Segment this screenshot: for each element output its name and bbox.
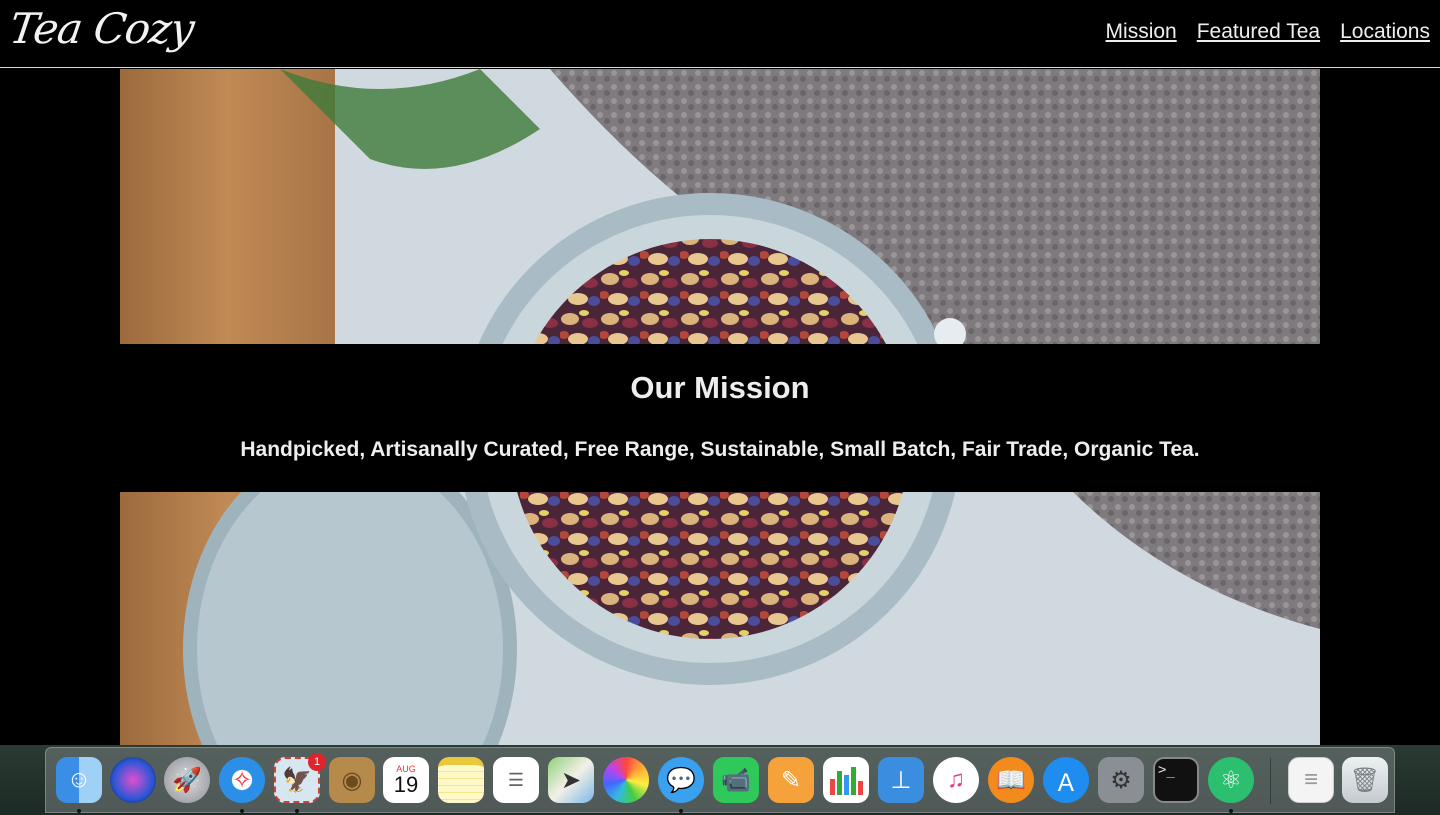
- safari-icon[interactable]: ✧: [219, 757, 265, 803]
- mission-subtitle: Handpicked, Artisanally Curated, Free Ra…: [240, 438, 1200, 461]
- running-indicator: [1229, 809, 1233, 813]
- trash-icon[interactable]: 🗑: [1342, 757, 1388, 803]
- calendar-day: 19: [393, 771, 419, 797]
- site-logo[interactable]: Tea Cozy: [7, 4, 197, 53]
- dock: ☺ 🚀 ✧ 🦅 1 ◉ AUG 19 ☰ ➤ 💬 📹 ✎ ⊥ ♫ 📖 Ａ ⚙ >_…: [45, 747, 1395, 813]
- tea-jar-photo: [120, 69, 1320, 344]
- contacts-icon[interactable]: ◉: [329, 757, 375, 803]
- siri-icon[interactable]: [110, 757, 156, 803]
- itunes-icon[interactable]: ♫: [933, 757, 979, 803]
- app-store-icon[interactable]: Ａ: [1043, 757, 1089, 803]
- running-indicator: [77, 809, 81, 813]
- terminal-icon[interactable]: >_: [1153, 757, 1199, 803]
- facetime-icon[interactable]: 📹: [713, 757, 759, 803]
- pages-icon[interactable]: ✎: [768, 757, 814, 803]
- main-nav: Mission Featured Tea Locations: [1106, 20, 1430, 44]
- photos-icon[interactable]: [603, 757, 649, 803]
- nav-link-featured-tea[interactable]: Featured Tea: [1197, 20, 1320, 44]
- nav-link-locations[interactable]: Locations: [1340, 20, 1430, 44]
- system-preferences-icon[interactable]: ⚙: [1098, 757, 1144, 803]
- site-header: Tea Cozy Mission Featured Tea Locations: [0, 0, 1440, 68]
- running-indicator: [240, 809, 244, 813]
- calendar-icon[interactable]: AUG 19: [383, 757, 429, 803]
- hero-image-top: [120, 69, 1320, 344]
- mission-title: Our Mission: [630, 370, 810, 405]
- maps-icon[interactable]: ➤: [548, 757, 594, 803]
- reminders-icon[interactable]: ☰: [493, 757, 539, 803]
- running-indicator: [295, 809, 299, 813]
- tea-jar-photo: [120, 492, 1320, 745]
- mail-icon[interactable]: 🦅 1: [274, 753, 326, 803]
- mission-section: Our Mission Handpicked, Artisanally Cura…: [120, 344, 1320, 492]
- atom-icon[interactable]: ⚛: [1208, 757, 1254, 803]
- documents-stack-icon[interactable]: ≡: [1288, 757, 1334, 803]
- keynote-icon[interactable]: ⊥: [878, 757, 924, 803]
- messages-icon[interactable]: 💬: [658, 757, 704, 803]
- nav-link-mission[interactable]: Mission: [1106, 20, 1177, 44]
- finder-icon[interactable]: ☺: [56, 757, 102, 803]
- running-indicator: [679, 809, 683, 813]
- mail-badge: 1: [308, 753, 326, 771]
- numbers-icon[interactable]: [823, 757, 869, 803]
- notes-icon[interactable]: [438, 757, 484, 803]
- hero-image-bottom: [120, 492, 1320, 745]
- ibooks-icon[interactable]: 📖: [988, 757, 1034, 803]
- dock-separator: [1270, 758, 1271, 804]
- launchpad-icon[interactable]: 🚀: [164, 757, 210, 803]
- bar-chart-icon: [830, 767, 863, 795]
